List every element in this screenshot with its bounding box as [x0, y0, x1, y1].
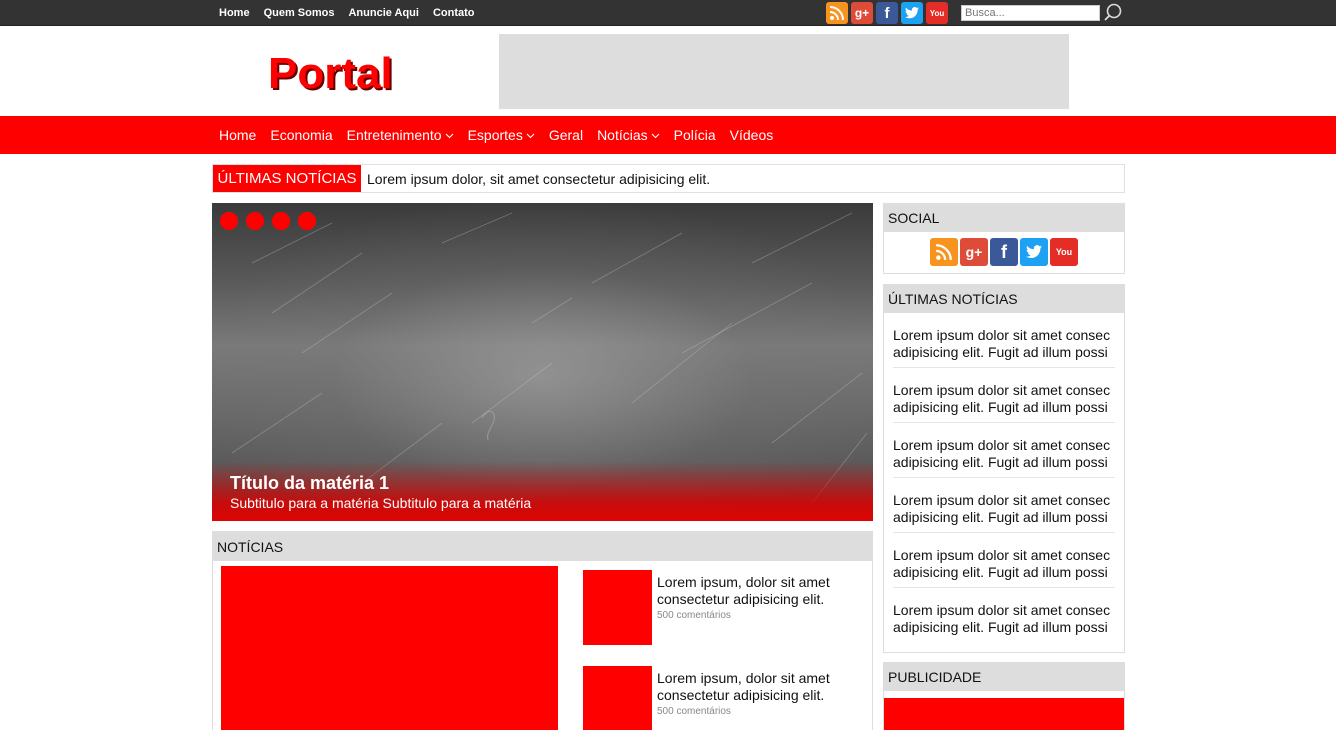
latest-item-line: Lorem ipsum dolor sit amet consec	[893, 602, 1111, 618]
chevron-down-icon	[526, 133, 535, 138]
nav-label: Vídeos	[729, 127, 774, 143]
latest-item-line: adipisicing elit. Fugit ad illum possi	[893, 564, 1108, 580]
chevron-down-icon	[651, 133, 660, 138]
latest-item-line: adipisicing elit. Fugit ad illum possi	[893, 399, 1108, 415]
nav-item-policia[interactable]: Polícia	[674, 127, 716, 143]
rss-icon[interactable]	[826, 2, 848, 24]
slider-dots	[220, 212, 316, 230]
facebook-icon[interactable]: f	[990, 238, 1018, 266]
news-comments: 500 comentários	[657, 610, 731, 621]
news-ticker: ÚLTIMAS NOTÍCIAS Lorem ipsum dolor, sit …	[212, 164, 1125, 193]
nav-label: Geral	[548, 127, 584, 143]
slider-dot-4[interactable]	[298, 212, 316, 230]
nav-item-videos[interactable]: Vídeos	[730, 127, 774, 143]
top-bar: Home Quem Somos Anuncie Aqui Contato g+ …	[0, 0, 1336, 26]
sidebar-latest-box: ÚLTIMAS NOTÍCIAS Lorem ipsum dolor sit a…	[883, 284, 1125, 653]
news-comments: 500 comentários	[657, 706, 731, 717]
sidebar-ad-banner[interactable]	[884, 698, 1124, 730]
twitter-icon[interactable]	[1020, 238, 1048, 266]
slider-dot-1[interactable]	[220, 212, 238, 230]
latest-item-line: Lorem ipsum dolor sit amet consec	[893, 382, 1111, 398]
news-item[interactable]: Lorem ipsum, dolor sit amet consectetur …	[583, 570, 863, 645]
top-link-quem-somos[interactable]: Quem Somos	[264, 7, 335, 19]
google-plus-icon[interactable]: g+	[851, 2, 873, 24]
sidebar-ad-box: PUBLICIDADE	[883, 662, 1125, 730]
latest-item[interactable]: Lorem ipsum dolor sit amet consec adipisi…	[893, 478, 1115, 533]
top-social-icons: g+ f You	[826, 2, 948, 24]
nav-item-home[interactable]: Home	[219, 127, 256, 143]
youtube-icon[interactable]: You	[1050, 238, 1078, 266]
news-heading: NOTÍCIAS	[213, 532, 872, 561]
nav-item-noticias[interactable]: Notícias	[597, 127, 660, 143]
latest-item[interactable]: Lorem ipsum dolor sit amet consec adipisi…	[893, 423, 1115, 478]
slide-subtitle: Subtitulo para a matéria Subtitulo para …	[230, 495, 532, 511]
ad-heading: PUBLICIDADE	[884, 663, 1124, 691]
social-heading: SOCIAL	[884, 204, 1124, 232]
latest-item[interactable]: Lorem ipsum dolor sit amet consec adipisi…	[893, 368, 1115, 423]
featured-slider[interactable]: Título da matéria 1 Subtitulo para a mat…	[212, 203, 873, 521]
sidebar-social-box: SOCIAL g+ f You	[883, 203, 1125, 274]
chevron-down-icon	[445, 133, 453, 138]
latest-item-line: Lorem ipsum dolor sit amet consec	[893, 547, 1111, 563]
latest-list: Lorem ipsum dolor sit amet consec adipisi…	[884, 313, 1124, 643]
top-link-anuncie[interactable]: Anuncie Aqui	[348, 7, 418, 19]
header-ad-banner[interactable]	[499, 34, 1069, 109]
nav-item-economia[interactable]: Economia	[270, 127, 332, 143]
latest-item-line: Lorem ipsum dolor sit amet consec	[893, 327, 1111, 343]
nav-label: Entretenimento	[346, 127, 442, 143]
search-icon[interactable]	[1103, 2, 1125, 24]
top-link-contato[interactable]: Contato	[433, 7, 475, 19]
news-thumbnail[interactable]	[583, 666, 652, 730]
latest-item-line: adipisicing elit. Fugit ad illum possi	[893, 619, 1108, 635]
nav-label: Polícia	[673, 127, 716, 143]
nav-item-geral[interactable]: Geral	[549, 127, 583, 143]
top-links: Home Quem Somos Anuncie Aqui Contato	[219, 0, 489, 26]
nav-label: Home	[219, 127, 257, 143]
news-title[interactable]: Lorem ipsum, dolor sit amet consectetur …	[657, 670, 862, 704]
youtube-icon[interactable]: You	[926, 2, 948, 24]
latest-item[interactable]: Lorem ipsum dolor sit amet consec adipisi…	[893, 588, 1115, 643]
ticker-label: ÚLTIMAS NOTÍCIAS	[213, 165, 361, 192]
main-nav: Home Economia Entretenimento Esportes Ge…	[0, 116, 1336, 154]
latest-item-line: adipisicing elit. Fugit ad illum possi	[893, 509, 1108, 525]
latest-heading: ÚLTIMAS NOTÍCIAS	[884, 285, 1124, 313]
news-section: NOTÍCIAS Lorem ipsum, dolor sit amet con…	[212, 531, 873, 730]
sidebar-social-icons: g+ f You	[930, 238, 1078, 266]
latest-item-line: Lorem ipsum dolor sit amet consec	[893, 492, 1111, 508]
rss-icon[interactable]	[930, 238, 958, 266]
site-logo[interactable]: Portal	[268, 50, 393, 98]
search-input[interactable]	[961, 5, 1100, 21]
latest-item-line: adipisicing elit. Fugit ad illum possi	[893, 454, 1108, 470]
latest-item[interactable]: Lorem ipsum dolor sit amet consec adipisi…	[893, 313, 1115, 368]
nav-label: Esportes	[467, 127, 523, 143]
featured-news-image[interactable]	[221, 566, 558, 730]
nav-item-esportes[interactable]: Esportes	[468, 127, 535, 143]
twitter-icon[interactable]	[901, 2, 923, 24]
slider-dot-2[interactable]	[246, 212, 264, 230]
nav-item-entretenimento[interactable]: Entretenimento	[347, 127, 454, 143]
latest-item-line: Lorem ipsum dolor sit amet consec	[893, 437, 1111, 453]
news-title[interactable]: Lorem ipsum, dolor sit amet consectetur …	[657, 574, 862, 608]
nav-label: Notícias	[597, 127, 648, 143]
facebook-icon[interactable]: f	[876, 2, 898, 24]
slider-dot-3[interactable]	[272, 212, 290, 230]
nav-label: Economia	[270, 127, 333, 143]
latest-item-line: adipisicing elit. Fugit ad illum possi	[893, 344, 1108, 360]
top-link-home[interactable]: Home	[219, 7, 250, 19]
news-item[interactable]: Lorem ipsum, dolor sit amet consectetur …	[583, 666, 863, 730]
slide-title[interactable]: Título da matéria 1	[230, 473, 389, 494]
latest-item[interactable]: Lorem ipsum dolor sit amet consec adipisi…	[893, 533, 1115, 588]
ticker-text[interactable]: Lorem ipsum dolor, sit amet consectetur …	[367, 165, 710, 192]
news-thumbnail[interactable]	[583, 570, 652, 645]
google-plus-icon[interactable]: g+	[960, 238, 988, 266]
